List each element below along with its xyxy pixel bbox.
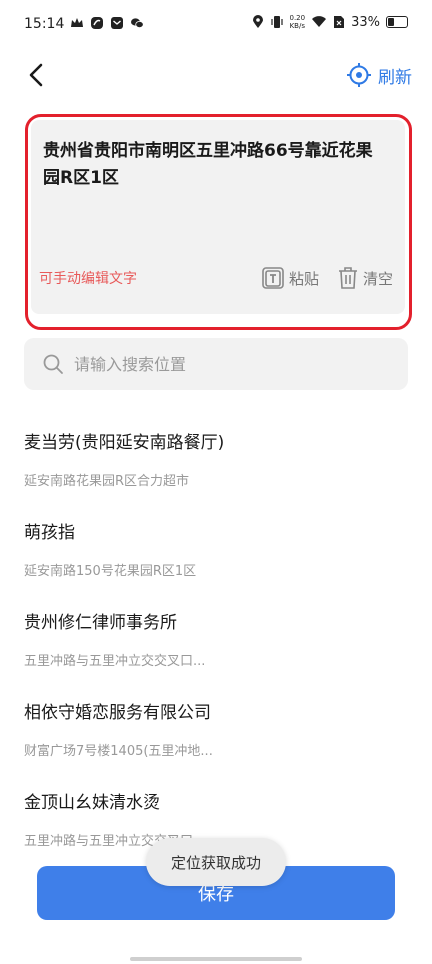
no-sim-icon [334, 16, 345, 28]
app-leaf-icon [91, 17, 103, 29]
battery-icon [386, 16, 408, 28]
clear-label: 清空 [362, 269, 393, 288]
list-item[interactable]: 相依守婚恋服务有限公司 财富广场7号楼1405(五里冲地... [24, 698, 408, 788]
vibrate-icon [270, 16, 283, 28]
address-text[interactable]: 贵州省贵阳市南明区五里冲路66号靠近花果园R区1区 [43, 138, 389, 192]
refresh-button[interactable]: 刷新 [346, 60, 412, 90]
trash-icon [338, 267, 357, 289]
home-indicator[interactable] [130, 957, 302, 961]
search-input[interactable] [74, 354, 374, 374]
poi-name: 相依守婚恋服务有限公司 [24, 703, 211, 723]
battery-percent: 33% [351, 14, 380, 30]
search-bar[interactable] [24, 338, 408, 390]
list-item[interactable]: 麦当劳(贵阳延安南路餐厅) 延安南路花果园R区合力超市 [24, 428, 408, 518]
poi-address: 延安南路花果园R区合力超市 [24, 474, 190, 489]
poi-name: 金顶山幺妹清水烫 [24, 793, 160, 813]
paste-button[interactable]: 粘贴 [261, 266, 319, 290]
status-right: 0.20 KB/s 33% [252, 14, 408, 30]
poi-address: 五里冲路与五里冲立交交叉口... [24, 654, 206, 669]
edit-hint: 可手动编辑文字 [39, 271, 137, 287]
paste-icon [262, 267, 284, 289]
crown-icon [71, 18, 83, 27]
poi-name: 麦当劳(贵阳延安南路餐厅) [24, 433, 225, 453]
wifi-icon [312, 16, 327, 27]
search-icon [43, 354, 63, 374]
poi-address: 延安南路150号花果园R区1区 [24, 564, 197, 579]
wechat-icon [131, 18, 144, 28]
network-speed-value: 0.20 [289, 14, 306, 22]
poi-address: 财富广场7号楼1405(五里冲地... [24, 744, 213, 759]
poi-name: 贵州修仁律师事务所 [24, 613, 177, 633]
notification-icons [70, 16, 144, 30]
list-item[interactable]: 贵州修仁律师事务所 五里冲路与五里冲立交交叉口... [24, 608, 408, 698]
poi-name: 萌孩指 [24, 523, 75, 543]
locate-crosshair-icon [347, 63, 371, 87]
list-item[interactable]: 萌孩指 延安南路150号花果园R区1区 [24, 518, 408, 608]
clear-button[interactable]: 清空 [337, 266, 393, 290]
network-speed: 0.20 KB/s [290, 14, 306, 30]
toast-message: 定位获取成功 [146, 838, 286, 886]
status-bar: 15:14 0.20 KB/s 33% [0, 0, 432, 50]
refresh-label: 刷新 [378, 67, 412, 88]
status-time: 15:14 [24, 16, 65, 32]
paste-label: 粘贴 [288, 269, 319, 288]
back-button[interactable] [22, 60, 52, 90]
address-actions: 粘贴 清空 [261, 266, 393, 290]
chevron-left-icon [29, 63, 43, 87]
location-pin-icon [252, 15, 263, 28]
network-speed-unit: KB/s [289, 22, 305, 30]
address-editor[interactable]: 贵州省贵阳市南明区五里冲路66号靠近花果园R区1区 可手动编辑文字 粘贴 清空 [31, 120, 405, 314]
message-app-icon [111, 17, 123, 29]
poi-list: 麦当劳(贵阳延安南路餐厅) 延安南路花果园R区合力超市 萌孩指 延安南路150号… [24, 428, 408, 878]
